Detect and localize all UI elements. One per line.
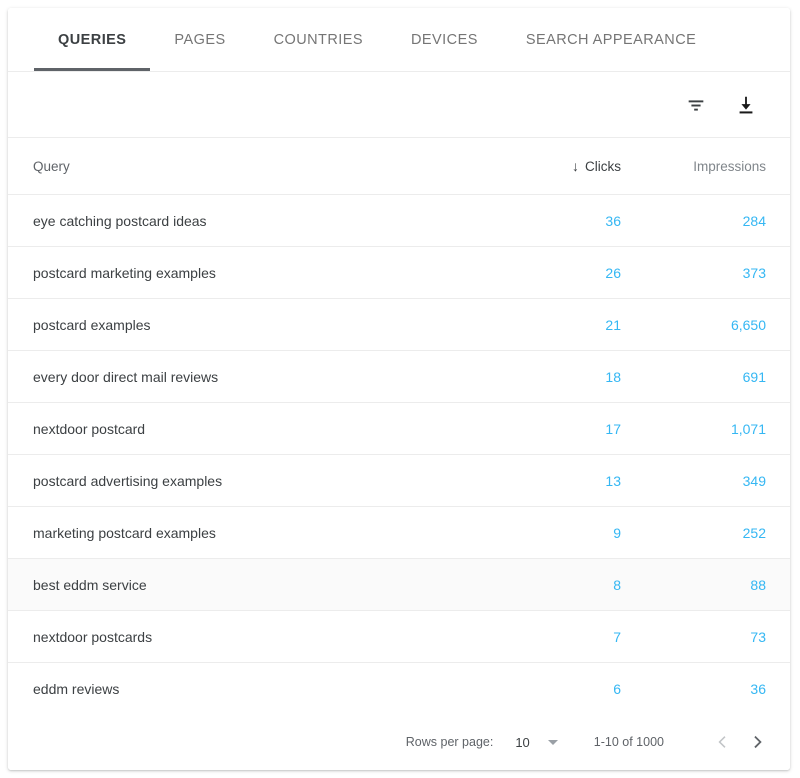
column-header-clicks-label: Clicks <box>585 158 621 174</box>
cell-clicks: 36 <box>605 212 621 229</box>
download-button[interactable] <box>726 85 766 125</box>
cell-impressions: 373 <box>742 264 766 281</box>
cell-impressions: 6,650 <box>730 316 766 333</box>
cell-query: postcard examples <box>33 316 151 333</box>
table-row[interactable]: postcard examples 21 6,650 <box>8 299 790 351</box>
cell-impressions: 36 <box>750 680 766 697</box>
tab-bar: QUERIES PAGES COUNTRIES DEVICES SEARCH APPEA… <box>8 8 790 72</box>
cell-clicks: 6 <box>613 680 621 697</box>
cell-query: every door direct mail reviews <box>33 368 219 385</box>
cell-impressions: 284 <box>742 212 766 229</box>
cell-query: marketing postcard examples <box>33 524 216 541</box>
filter-icon <box>685 94 707 116</box>
cell-impressions: 691 <box>742 368 766 385</box>
rows-per-page-select[interactable]: 10 <box>515 734 558 750</box>
table-row[interactable]: postcard marketing examples 26 373 <box>8 247 790 299</box>
data-table: Query ↓ Clicks Impressions eye catching … <box>8 138 790 715</box>
cell-clicks: 17 <box>605 420 621 437</box>
table-row[interactable]: eye catching postcard ideas 36 284 <box>8 195 790 247</box>
tab-queries[interactable]: QUERIES <box>34 8 151 71</box>
next-page-button[interactable] <box>740 724 776 760</box>
cell-query: postcard advertising examples <box>33 472 223 489</box>
table-footer: Rows per page: 10 1-10 of 1000 <box>8 714 790 770</box>
download-icon <box>735 94 757 116</box>
filter-button[interactable] <box>676 85 716 125</box>
sort-descending-icon: ↓ <box>572 158 579 174</box>
table-row[interactable]: nextdoor postcard 17 1,071 <box>8 403 790 455</box>
previous-page-button[interactable] <box>704 724 740 760</box>
cell-impressions: 349 <box>742 472 766 489</box>
cell-clicks: 8 <box>613 576 621 593</box>
table-row[interactable]: marketing postcard examples 9 252 <box>8 507 790 559</box>
chevron-down-icon <box>547 739 558 745</box>
cell-impressions: 88 <box>750 576 766 593</box>
table-row[interactable]: best eddm service 8 88 <box>8 559 790 611</box>
performance-card: QUERIES PAGES COUNTRIES DEVICES SEARCH APPEA… <box>8 8 790 770</box>
table-body: eye catching postcard ideas 36 284 postcard… <box>8 195 790 715</box>
cell-query: best eddm service <box>33 576 147 593</box>
column-header-query[interactable]: Query <box>33 159 481 174</box>
tab-countries[interactable]: COUNTRIES <box>250 8 387 71</box>
table-toolbar <box>8 72 790 138</box>
cell-clicks: 9 <box>613 524 621 541</box>
table-header-row: Query ↓ Clicks Impressions <box>8 138 790 195</box>
column-header-clicks[interactable]: ↓ Clicks <box>481 159 621 174</box>
cell-impressions: 252 <box>742 524 766 541</box>
table-row[interactable]: every door direct mail reviews 18 691 <box>8 351 790 403</box>
tab-search-appearance[interactable]: SEARCH APPEARANCE <box>502 8 720 71</box>
tab-pages[interactable]: PAGES <box>150 8 249 71</box>
cell-clicks: 13 <box>605 472 621 489</box>
cell-impressions: 73 <box>750 628 766 645</box>
table-row[interactable]: eddm reviews 6 36 <box>8 663 790 715</box>
rows-per-page-value: 10 <box>515 734 530 750</box>
cell-query: nextdoor postcards <box>33 628 153 645</box>
rows-per-page-label: Rows per page: <box>405 735 494 749</box>
column-header-impressions[interactable]: Impressions <box>621 159 766 174</box>
cell-clicks: 18 <box>605 368 621 385</box>
tab-devices[interactable]: DEVICES <box>387 8 502 71</box>
cell-query: eddm reviews <box>33 680 120 697</box>
cell-clicks: 21 <box>605 316 621 333</box>
chevron-right-icon <box>749 733 767 751</box>
cell-query: nextdoor postcard <box>33 420 146 437</box>
cell-clicks: 26 <box>605 264 621 281</box>
table-row[interactable]: nextdoor postcards 7 73 <box>8 611 790 663</box>
cell-query: postcard marketing examples <box>33 264 216 281</box>
cell-clicks: 7 <box>613 628 621 645</box>
cell-impressions: 1,071 <box>730 420 766 437</box>
table-row[interactable]: postcard advertising examples 13 349 <box>8 455 790 507</box>
chevron-left-icon <box>713 733 731 751</box>
pagination-range: 1-10 of 1000 <box>593 735 664 749</box>
cell-query: eye catching postcard ideas <box>33 212 207 229</box>
